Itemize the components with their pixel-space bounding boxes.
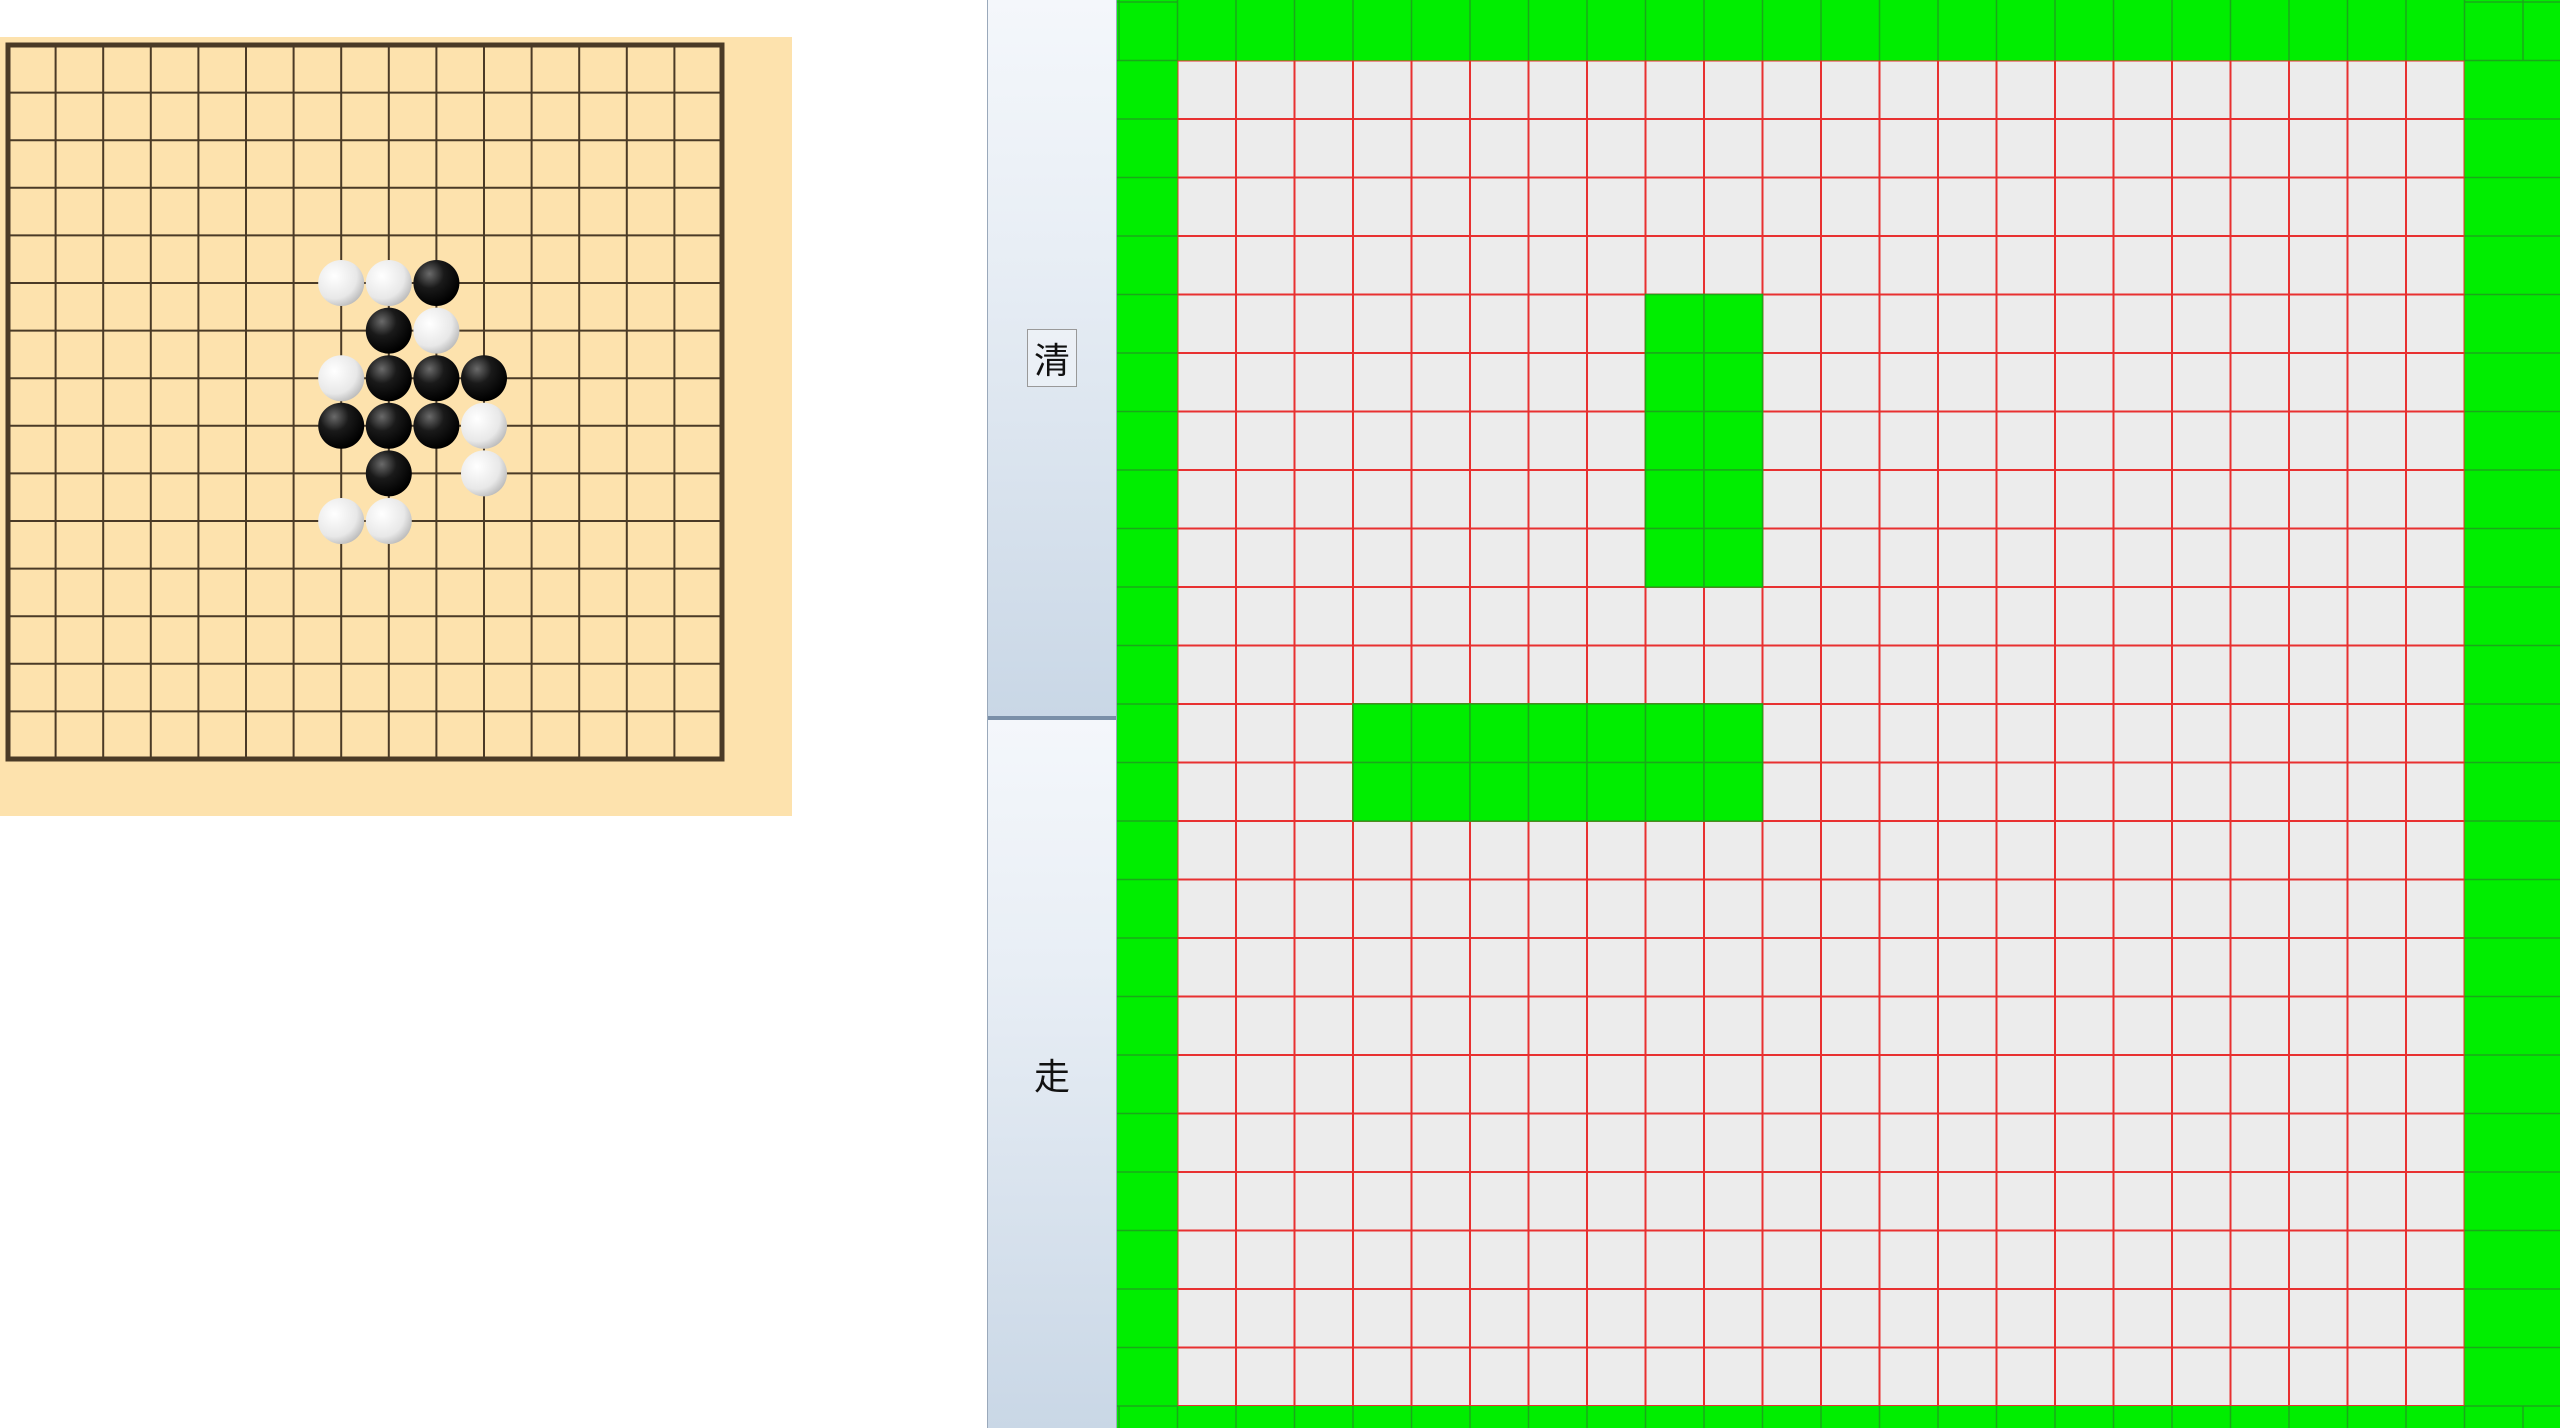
snake-cell: [1586, 703, 1647, 764]
snake-cell: [1644, 293, 1705, 354]
clear-button[interactable]: 清: [988, 0, 1116, 720]
black-stone: [365, 450, 412, 497]
snake-cell: [1703, 469, 1764, 530]
white-stone: [365, 260, 412, 306]
black-stone: [413, 260, 460, 306]
snake-cell: [1469, 703, 1530, 764]
wall-left: [1117, 0, 1178, 1428]
board-border: [5, 42, 725, 762]
black-stone: [365, 355, 412, 402]
control-strip: 清 走: [987, 0, 1117, 1428]
walk-button[interactable]: 走: [988, 720, 1116, 1428]
gomoku-board-grid[interactable]: [0, 37, 792, 816]
white-stone: [318, 355, 365, 402]
snake-cell: [1352, 761, 1413, 822]
snake-cell: [1469, 761, 1530, 822]
snake-game-grid[interactable]: [1117, 0, 2560, 1428]
white-stone: [461, 402, 507, 449]
snake-cell: [1703, 527, 1764, 588]
white-stone: [365, 498, 412, 544]
black-stone: [318, 402, 365, 449]
snake-cell: [1703, 703, 1764, 764]
snake-cell: [1703, 410, 1764, 471]
snake-cell: [1644, 527, 1705, 588]
white-stone: [318, 260, 365, 306]
black-stone: [365, 307, 412, 354]
white-stone: [318, 498, 365, 544]
black-stone: [413, 402, 460, 449]
black-stone: [461, 355, 507, 402]
snake-cell: [1703, 352, 1764, 413]
black-stone: [365, 402, 412, 449]
snake-cell: [1703, 293, 1764, 354]
snake-cell: [1644, 352, 1705, 413]
white-stone: [461, 450, 507, 497]
snake-cell: [1586, 761, 1647, 822]
wall-top: [1117, 0, 2560, 61]
white-stone: [413, 307, 460, 354]
walk-button-label: 走: [1033, 1057, 1070, 1098]
black-stone: [413, 355, 460, 402]
wall-bottom: [1117, 1406, 2560, 1428]
snake-cell: [1410, 761, 1471, 822]
wall-right: [2464, 0, 2560, 1428]
snake-cell: [1644, 410, 1705, 471]
snake-cell: [1410, 703, 1471, 764]
snake-cell: [1644, 703, 1705, 764]
snake-cell: [1703, 761, 1764, 822]
clear-button-label: 清: [1026, 329, 1077, 387]
snake-grid-canvas[interactable]: [1117, 0, 2560, 1428]
gomoku-board[interactable]: [0, 37, 792, 816]
snake-cell: [1352, 703, 1413, 764]
snake-cell: [1527, 761, 1588, 822]
snake-cell: [1644, 761, 1705, 822]
snake-cell: [1644, 469, 1705, 530]
snake-cell: [1527, 703, 1588, 764]
